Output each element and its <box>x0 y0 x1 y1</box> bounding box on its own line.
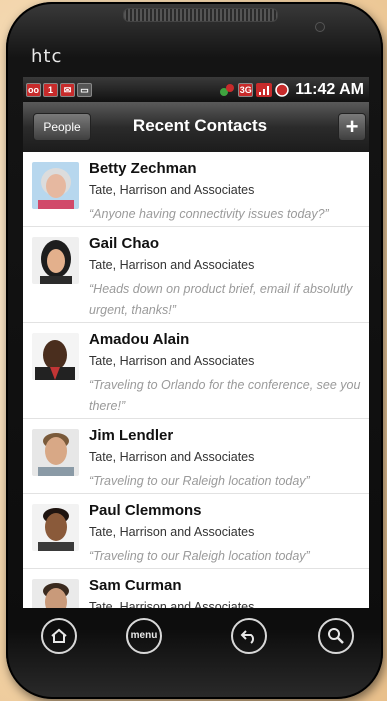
signal-icon <box>256 82 273 97</box>
home-icon <box>51 628 67 643</box>
battery-icon <box>275 82 289 97</box>
list-item[interactable]: Amadou Alain Tate, Harrison and Associat… <box>23 323 369 419</box>
avatar <box>32 504 79 551</box>
brand-logo: htc <box>31 46 63 67</box>
clock: 11:42 AM <box>295 80 364 98</box>
contact-status: “Traveling to our Raleigh location today… <box>89 549 310 563</box>
contact-status: “Traveling to our Raleigh location today… <box>89 474 310 488</box>
contact-company: Tate, Harrison and Associates <box>89 525 255 539</box>
sync-icon <box>220 83 235 96</box>
contact-name: Amadou Alain <box>89 331 190 348</box>
avatar <box>32 237 79 284</box>
people-button[interactable]: People <box>33 113 91 141</box>
list-item[interactable]: Sam Curman Tate, Harrison and Associates <box>23 569 369 608</box>
avatar <box>32 429 79 476</box>
wifi-icon: 3G <box>238 82 254 97</box>
back-button[interactable] <box>231 618 267 654</box>
contact-status: “Anyone having connectivity issues today… <box>89 207 329 221</box>
contact-company: Tate, Harrison and Associates <box>89 258 255 272</box>
home-button[interactable] <box>41 618 77 654</box>
menu-label: menu <box>130 630 158 641</box>
page-title: Recent Contacts <box>132 116 268 135</box>
mail-icon: ✉ <box>60 82 75 97</box>
contact-status: “Heads down on product brief, email if a… <box>89 282 353 317</box>
avatar <box>32 162 79 209</box>
back-icon <box>240 630 254 644</box>
add-contact-button[interactable]: + <box>338 113 366 141</box>
avatar <box>32 333 79 380</box>
contact-company: Tate, Harrison and Associates <box>89 183 255 197</box>
list-item[interactable]: Paul Clemmons Tate, Harrison and Associa… <box>23 494 369 569</box>
title-bar: People Recent Contacts + <box>23 102 369 152</box>
status-bar: oo 1 ✉ ▭ 3G 11:42 AM <box>23 77 369 102</box>
search-icon <box>328 628 344 644</box>
screen: oo 1 ✉ ▭ 3G 11:42 AM People Recent Conta… <box>23 77 369 608</box>
list-item[interactable]: Betty Zechman Tate, Harrison and Associa… <box>23 152 369 227</box>
contact-list: Betty Zechman Tate, Harrison and Associa… <box>23 152 369 608</box>
contact-company: Tate, Harrison and Associates <box>89 450 255 464</box>
search-button[interactable] <box>318 618 354 654</box>
contact-name: Gail Chao <box>89 235 160 252</box>
contact-company: Tate, Harrison and Associates <box>89 600 255 608</box>
list-item[interactable]: Gail Chao Tate, Harrison and Associates … <box>23 227 369 323</box>
contact-status: “Traveling to Orlando for the conference… <box>89 378 361 413</box>
contact-name: Betty Zechman <box>89 160 197 177</box>
hardware-buttons: menu <box>23 608 369 668</box>
speaker-grille <box>123 8 278 22</box>
list-item[interactable]: Jim Lendler Tate, Harrison and Associate… <box>23 419 369 494</box>
contact-name: Sam Curman <box>89 577 182 594</box>
voicemail-icon: oo <box>26 82 41 97</box>
calendar-badge-icon: 1 <box>43 82 58 97</box>
contact-name: Jim Lendler <box>89 427 174 444</box>
chat-icon: ▭ <box>77 82 92 97</box>
contact-company: Tate, Harrison and Associates <box>89 354 255 368</box>
menu-button[interactable]: menu <box>126 618 162 654</box>
contact-name: Paul Clemmons <box>89 502 202 519</box>
front-camera <box>315 22 325 32</box>
avatar <box>32 579 79 608</box>
